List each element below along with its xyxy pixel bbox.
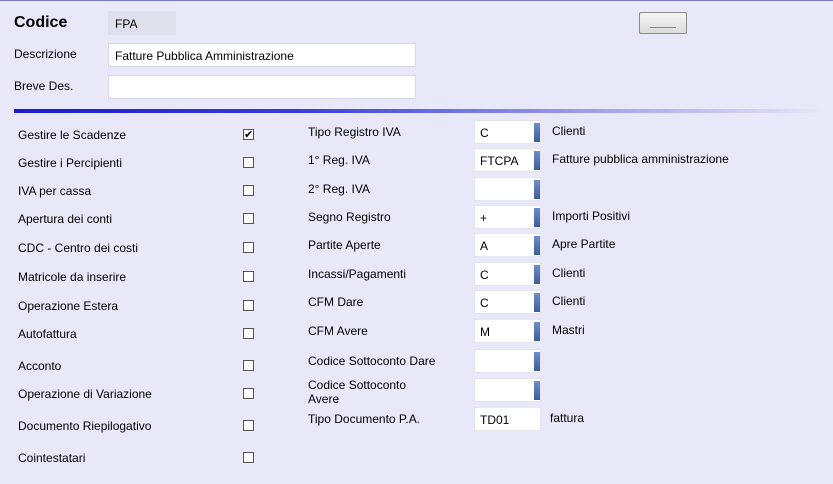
dropdown-icon[interactable] [534,381,540,400]
field-description: Clienti [552,294,586,308]
field-input[interactable]: + [474,205,541,229]
field-description: Mastri [552,323,585,337]
field-label: CFM Avere [308,324,368,338]
dropdown-icon[interactable] [534,293,540,312]
field-value: A [480,239,489,253]
field-input[interactable]: FTCPA [474,148,541,172]
dropdown-icon[interactable] [534,352,540,371]
field-description: Fatture pubblica amministrazione [552,152,729,166]
option-label: Cointestatari [18,451,86,465]
dropdown-icon[interactable] [534,265,540,284]
field-label: Segno Registro [308,210,391,224]
option-checkbox[interactable] [243,185,254,196]
dropdown-icon[interactable] [534,236,540,255]
option-checkbox[interactable] [243,271,254,282]
option-label: Gestire i Percipienti [18,156,123,170]
option-label: Apertura dei conti [18,212,113,226]
field-value: C [480,126,489,140]
field-input[interactable]: A [474,233,541,257]
option-checkbox[interactable] [243,360,254,371]
field-label: 2° Reg. IVA [308,182,370,196]
option-label: Operazione di Variazione [18,387,152,401]
field-value: C [480,296,489,310]
field-label: Codice Sottoconto Dare [308,354,436,368]
field-description: fattura [550,411,585,425]
field-label: Codice Sottoconto Avere [308,378,407,406]
field-label: CFM Dare [308,295,364,309]
field-label: Tipo Registro IVA [308,125,401,139]
field-description: Importi Positivi [552,209,631,223]
field-description: Clienti [552,124,586,138]
field-input[interactable] [474,177,541,201]
option-checkbox[interactable] [243,452,254,463]
field-input[interactable]: C [474,290,541,314]
option-label: Acconto [18,359,62,373]
option-checkbox[interactable] [243,242,254,253]
breve-des-label: Breve Des. [14,79,74,93]
field-input[interactable] [474,378,541,402]
field-value: M [480,325,490,339]
field-value: + [480,211,488,225]
option-label: Documento Riepilogativo [18,419,152,433]
ellipsis-button[interactable] [639,12,687,34]
option-label: IVA per cassa [18,184,92,198]
option-checkbox[interactable] [243,328,254,339]
option-label: Autofattura [18,327,77,341]
option-checkbox[interactable] [243,157,254,168]
breve-des-field[interactable] [108,75,416,99]
field-input[interactable]: C [474,120,541,144]
field-input[interactable] [474,349,541,373]
field-label: Tipo Documento P.A. [308,412,421,426]
option-checkbox[interactable] [243,213,254,224]
option-checkbox[interactable] [243,420,254,431]
field-input[interactable]: M [474,319,541,343]
field-value: TD01 [480,413,510,427]
section-separator [14,109,824,113]
descrizione-label: Descrizione [14,47,77,61]
dash-icon [650,27,676,28]
codice-field[interactable]: FPA [108,11,176,35]
dropdown-icon[interactable] [534,123,540,142]
option-checkbox[interactable] [243,300,254,311]
field-description: Clienti [552,266,586,280]
option-checkbox[interactable] [243,388,254,399]
dropdown-icon[interactable] [534,208,540,227]
option-label: Matricole da inserire [18,270,127,284]
option-label: Operazione Estera [18,299,119,313]
field-label: Incassi/Pagamenti [308,267,407,281]
dropdown-icon[interactable] [534,151,540,170]
option-label: Gestire le Scadenze [18,128,127,142]
field-label: Partite Aperte [308,238,381,252]
option-checkbox[interactable]: ✔ [243,129,254,141]
field-input[interactable]: C [474,262,541,286]
field-label: 1° Reg. IVA [308,153,370,167]
descrizione-field[interactable]: Fatture Pubblica Amministrazione [108,43,416,67]
codice-label: Codice [14,14,68,31]
check-icon: ✔ [244,129,254,141]
window-top-border [0,0,833,1]
dropdown-icon[interactable] [534,180,540,199]
field-input[interactable]: TD01 [474,407,541,431]
field-description: Apre Partite [552,237,616,251]
field-value: C [480,268,489,282]
field-value: FTCPA [480,154,519,168]
option-label: CDC - Centro dei costi [18,241,139,255]
dropdown-icon[interactable] [534,322,540,341]
